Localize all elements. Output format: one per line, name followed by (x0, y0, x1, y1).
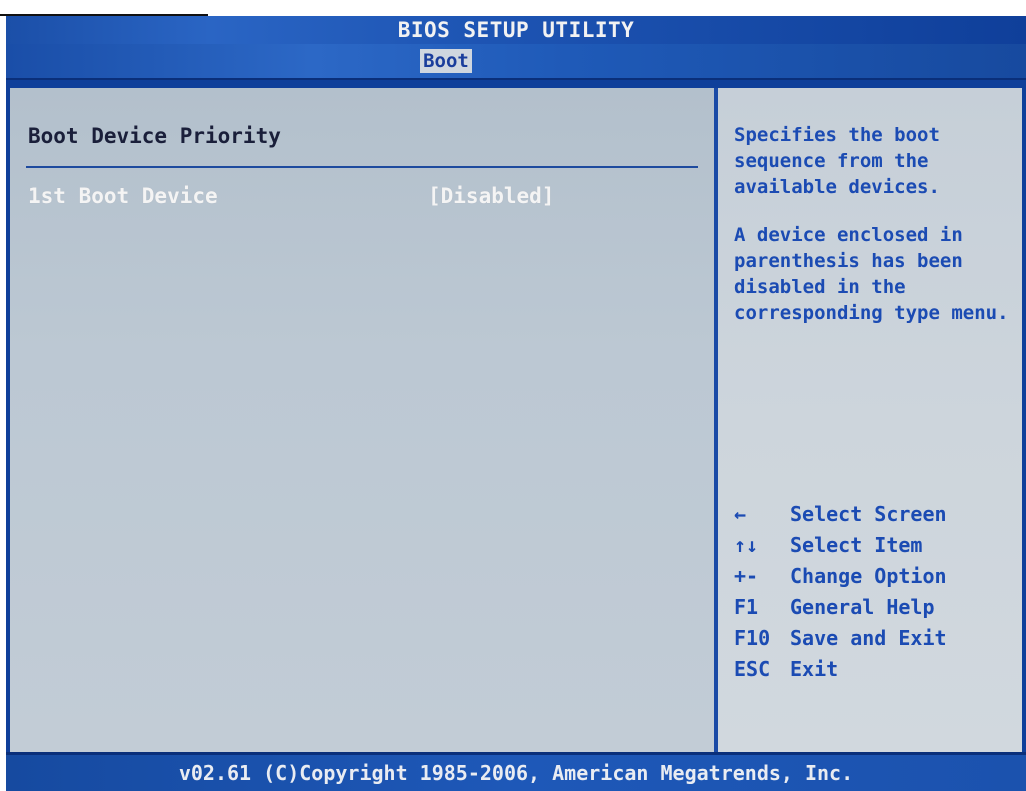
settings-panel: Boot Device Priority 1st Boot Device [Di… (10, 88, 714, 752)
title-bar: BIOS SETUP UTILITY (6, 16, 1026, 44)
first-boot-device-value[interactable]: [Disabled] (428, 184, 554, 208)
bios-screen: BIOS SETUP UTILITY Boot Boot Device Prio… (6, 16, 1026, 791)
key-legend-row: F10 Save and Exit (734, 622, 1018, 653)
key-description: Save and Exit (790, 625, 947, 650)
key-legend-row: F1 General Help (734, 591, 1018, 622)
f1-key: F1 (734, 594, 759, 619)
key-legend-row: ↑↓ Select Item (734, 529, 1018, 560)
photo-frame: BIOS SETUP UTILITY Boot Boot Device Prio… (0, 0, 1026, 791)
help-paragraph: Specifies the boot sequence from the ava… (734, 124, 940, 198)
key-description: Select Item (790, 532, 923, 557)
section-divider (26, 166, 698, 168)
key-description: Change Option (790, 563, 947, 588)
key-description: Exit (790, 656, 839, 681)
key-description: Select Screen (790, 501, 947, 526)
help-paragraph: A device enclosed in parenthesis has bee… (734, 224, 1009, 324)
f10-key: F10 (734, 625, 771, 650)
esc-key: ESC (734, 656, 771, 681)
copyright-text: v02.61 (C)Copyright 1985-2006, American … (178, 761, 854, 785)
help-text: Specifies the boot sequence from the ava… (734, 122, 1018, 348)
copyright-bar: v02.61 (C)Copyright 1985-2006, American … (6, 752, 1026, 791)
key-legend-row: +- Change Option (734, 560, 1018, 591)
menu-tab-row: Boot (6, 44, 1026, 80)
key-legend-row: ← Select Screen (734, 498, 1018, 529)
first-boot-device-label[interactable]: 1st Boot Device (28, 184, 218, 208)
help-panel: Specifies the boot sequence from the ava… (718, 88, 1022, 752)
key-legend: ← Select Screen ↑↓ Select Item +- Change… (734, 498, 1018, 684)
key-legend-row: ESC Exit (734, 653, 1018, 684)
plus-minus-key: +- (734, 563, 759, 588)
left-arrow-key-icon: ← (734, 501, 747, 526)
up-down-arrow-key-icon: ↑↓ (734, 532, 759, 557)
key-description: General Help (790, 594, 935, 619)
bios-title: BIOS SETUP UTILITY (397, 18, 635, 42)
section-title: Boot Device Priority (28, 124, 281, 148)
tab-boot[interactable]: Boot (420, 49, 472, 73)
document-top-rule (0, 2, 208, 16)
